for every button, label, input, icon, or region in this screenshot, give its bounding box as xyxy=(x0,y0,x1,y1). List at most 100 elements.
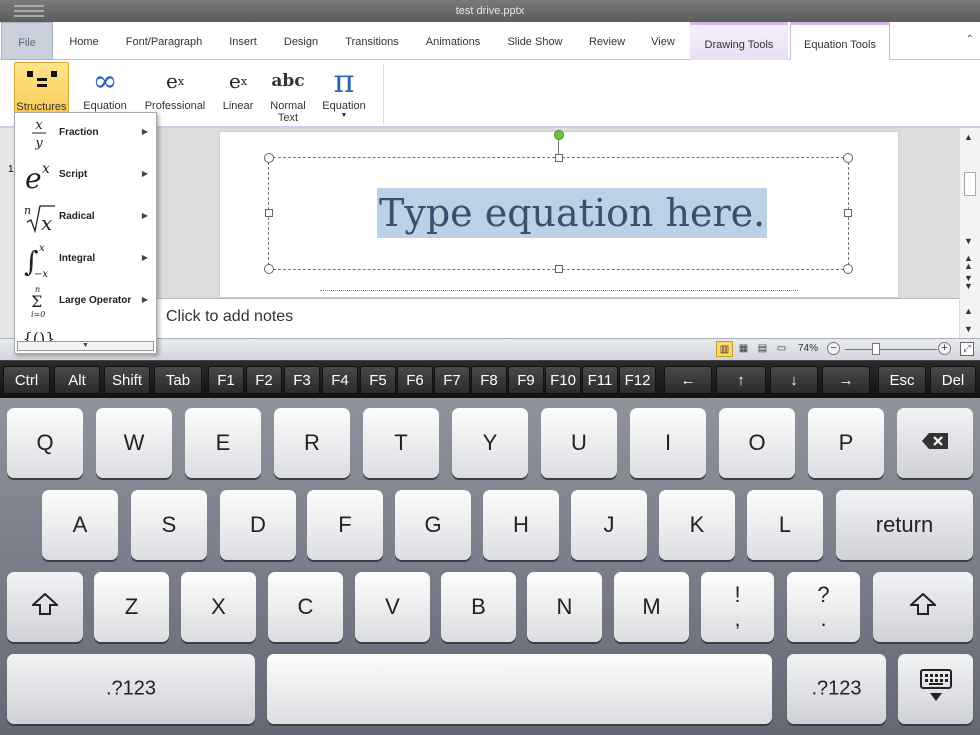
zoom-in-icon[interactable]: + xyxy=(938,342,951,355)
key-p[interactable]: P xyxy=(808,408,884,478)
numbers-key-left[interactable]: .?123 xyxy=(7,654,255,724)
resize-handle-left[interactable] xyxy=(265,209,273,217)
del-key[interactable]: Del xyxy=(930,366,976,394)
key-d[interactable]: D xyxy=(220,490,296,560)
notes-pane[interactable]: Click to add notes xyxy=(157,298,959,338)
zoom-slider-thumb[interactable] xyxy=(872,343,880,355)
hide-keyboard-key[interactable] xyxy=(898,654,973,724)
normal-text-button[interactable]: abc Normal Text xyxy=(266,62,310,126)
slide-thumbnail-strip[interactable]: 1 xyxy=(0,128,14,340)
f4-key[interactable]: F4 xyxy=(322,366,358,394)
return-key[interactable]: return xyxy=(836,490,973,560)
key-l[interactable]: L xyxy=(747,490,823,560)
notes-scroll-down-icon[interactable]: ▼ xyxy=(964,324,973,334)
menu-item-radical[interactable]: nx Radical ▶ xyxy=(15,197,156,239)
space-key[interactable] xyxy=(267,654,772,724)
ribbon-collapse-icon[interactable]: ⌃ xyxy=(966,34,974,45)
key-e[interactable]: E xyxy=(185,408,261,478)
resize-handle-top-right[interactable] xyxy=(843,153,853,163)
key-s[interactable]: S xyxy=(131,490,207,560)
menu-scroll-down-icon[interactable]: ▼ xyxy=(17,341,154,351)
key-y[interactable]: Y xyxy=(452,408,528,478)
f9-key[interactable]: F9 xyxy=(508,366,544,394)
key-m[interactable]: M xyxy=(614,572,689,642)
scroll-thumb[interactable] xyxy=(964,172,976,196)
key-g[interactable]: G xyxy=(395,490,471,560)
key-q[interactable]: Q xyxy=(7,408,83,478)
tab-animations[interactable]: Animations xyxy=(418,22,488,60)
resize-handle-top-left[interactable] xyxy=(264,153,274,163)
tab-slide-show[interactable]: Slide Show xyxy=(500,22,570,60)
key-j[interactable]: J xyxy=(571,490,647,560)
shift-key-left[interactable] xyxy=(7,572,83,642)
resize-handle-bottom-right[interactable] xyxy=(843,264,853,274)
key-u[interactable]: U xyxy=(541,408,617,478)
key-t[interactable]: T xyxy=(363,408,439,478)
key-o[interactable]: O xyxy=(719,408,795,478)
f7-key[interactable]: F7 xyxy=(434,366,470,394)
tab-design[interactable]: Design xyxy=(276,22,326,60)
zoom-slider[interactable] xyxy=(845,349,937,350)
f10-key[interactable]: F10 xyxy=(545,366,581,394)
insert-equation-button[interactable]: π Equation ▼ xyxy=(318,62,370,126)
f12-key[interactable]: F12 xyxy=(619,366,656,394)
f2-key[interactable]: F2 xyxy=(246,366,282,394)
key-x[interactable]: X xyxy=(181,572,256,642)
f11-key[interactable]: F11 xyxy=(582,366,618,394)
left-arrow-key[interactable]: ← xyxy=(664,366,712,394)
resize-handle-bottom[interactable] xyxy=(555,265,563,273)
vertical-scrollbar[interactable]: ▲ ▼ ▲ ▲ ▼ ▼ ▲ ▼ xyxy=(959,128,980,338)
scroll-up-icon[interactable]: ▲ xyxy=(964,132,973,142)
linear-button[interactable]: ex Linear xyxy=(218,62,258,126)
key-w[interactable]: W xyxy=(96,408,172,478)
menu-item-fraction[interactable]: xy Fraction ▶ xyxy=(15,113,156,155)
tab-equation-tools[interactable]: Equation Tools xyxy=(790,22,890,60)
tab-review[interactable]: Review xyxy=(582,22,632,60)
key-question-period[interactable]: ? . xyxy=(787,572,860,642)
key-a[interactable]: A xyxy=(42,490,118,560)
right-arrow-key[interactable]: → xyxy=(822,366,870,394)
backspace-key[interactable] xyxy=(897,408,973,478)
key-v[interactable]: V xyxy=(355,572,430,642)
menu-item-integral[interactable]: ∫ x −x Integral ▶ xyxy=(15,239,156,281)
key-c[interactable]: C xyxy=(268,572,343,642)
zoom-out-icon[interactable]: − xyxy=(827,342,840,355)
f8-key[interactable]: F8 xyxy=(471,366,507,394)
menu-item-large-operator[interactable]: n Σi=0 Large Operator ▶ xyxy=(15,281,156,323)
rotation-handle[interactable] xyxy=(554,130,564,140)
tab-transitions[interactable]: Transitions xyxy=(338,22,406,60)
tab-insert[interactable]: Insert xyxy=(222,22,264,60)
grip-icon[interactable] xyxy=(14,5,44,17)
subtitle-placeholder[interactable] xyxy=(320,290,798,298)
key-r[interactable]: R xyxy=(274,408,350,478)
esc-key[interactable]: Esc xyxy=(878,366,926,394)
tab-drawing-tools[interactable]: Drawing Tools xyxy=(690,22,788,60)
resize-handle-top[interactable] xyxy=(555,154,563,162)
slideshow-view-icon[interactable]: ▭ xyxy=(773,341,790,357)
key-z[interactable]: Z xyxy=(94,572,169,642)
key-f[interactable]: F xyxy=(307,490,383,560)
tab-file[interactable]: File xyxy=(1,22,53,60)
slide-sorter-icon[interactable]: ▦ xyxy=(735,341,752,357)
normal-view-icon[interactable]: ▥ xyxy=(716,341,733,357)
down-arrow-key[interactable]: ↓ xyxy=(770,366,818,394)
shift-key-right[interactable] xyxy=(873,572,973,642)
scroll-down-icon[interactable]: ▼ xyxy=(964,236,973,246)
previous-slide-icon[interactable]: ▲ ▲ xyxy=(964,254,973,271)
key-b[interactable]: B xyxy=(441,572,516,642)
f3-key[interactable]: F3 xyxy=(284,366,320,394)
key-k[interactable]: K xyxy=(659,490,735,560)
tab-view[interactable]: View xyxy=(644,22,682,60)
shift-key-fn[interactable]: Shift xyxy=(104,366,150,394)
key-exclam-comma[interactable]: ! , xyxy=(701,572,774,642)
key-h[interactable]: H xyxy=(483,490,559,560)
reading-view-icon[interactable]: ▤ xyxy=(754,341,771,357)
menu-item-script[interactable]: ex Script ▶ xyxy=(15,155,156,197)
fit-to-window-icon[interactable]: ⤢ xyxy=(960,342,974,356)
resize-handle-right[interactable] xyxy=(844,209,852,217)
f1-key[interactable]: F1 xyxy=(208,366,244,394)
f5-key[interactable]: F5 xyxy=(360,366,396,394)
alt-key[interactable]: Alt xyxy=(54,366,100,394)
equation-text[interactable]: Type equation here. xyxy=(377,188,768,238)
f6-key[interactable]: F6 xyxy=(397,366,433,394)
